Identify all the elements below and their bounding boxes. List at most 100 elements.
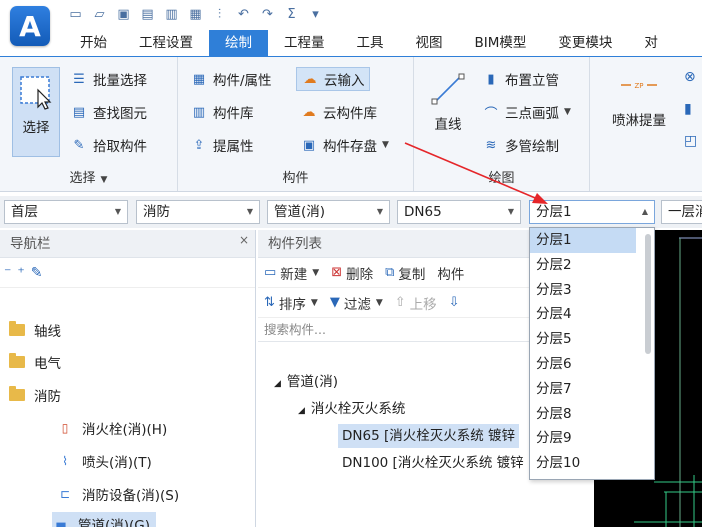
ifc-icon[interactable]: ▦ — [186, 5, 205, 24]
move-up-icon: ⇧ — [394, 295, 406, 310]
expand-all-icon[interactable]: ⁺ — [17, 265, 24, 281]
select-button[interactable]: 选择 — [12, 67, 60, 157]
close-icon[interactable]: × — [239, 226, 249, 254]
tab-bim-model[interactable]: BIM模型 — [459, 30, 543, 56]
undo-icon[interactable]: ↶ — [234, 5, 253, 24]
layer-option-7[interactable]: 分层7 — [530, 377, 636, 402]
app-logo[interactable]: A — [10, 6, 50, 46]
sprinkler-quantity-label: 喷淋提量 — [612, 113, 666, 129]
pick-component-button[interactable]: ✎ 拾取构件 — [66, 133, 151, 157]
nav-item-label: 管道(消)(G) — [78, 518, 151, 527]
layer-option-6[interactable]: 分层6 — [530, 352, 636, 377]
component-property-button[interactable]: ▦ 构件/属性 — [186, 67, 276, 91]
frame-tool-icon[interactable]: ◰ — [684, 133, 697, 149]
redo-icon[interactable]: ↷ — [258, 5, 277, 24]
layer-option-3[interactable]: 分层3 — [530, 278, 636, 303]
multi-pipe-draw-button[interactable]: ≋ 多管绘制 — [478, 133, 563, 157]
component-library-button[interactable]: ▥ 构件库 — [186, 100, 258, 124]
pipe-icon: ▬ — [55, 517, 67, 527]
batch-select-button[interactable]: ☰ 批量选择 — [66, 67, 151, 91]
layer-option-2[interactable]: 分层2 — [530, 253, 636, 278]
last-select[interactable]: 一层消 — [661, 200, 702, 224]
specialty-select[interactable]: 消防 ▼ — [136, 200, 260, 224]
sort-button[interactable]: ⇅ 排序 ▼ — [264, 293, 318, 313]
line-icon — [431, 73, 465, 105]
component-save-button[interactable]: ▣ 构件存盘 ▼ — [296, 133, 393, 157]
nav-item-electrical[interactable]: 电气 — [8, 350, 67, 374]
tab-start[interactable]: 开始 — [64, 30, 123, 56]
cloud-input-button[interactable]: ☁ 云输入 — [296, 67, 370, 91]
new-doc-icon: ▭ — [264, 265, 277, 280]
nav-item-sprinkler[interactable]: ⌇ 喷头(消)(T) — [56, 449, 158, 473]
tab-tools[interactable]: 工具 — [341, 30, 400, 56]
new-file-icon[interactable]: ▭ — [66, 5, 85, 24]
edit-icon[interactable]: ✎ — [31, 265, 43, 281]
layer-option-8[interactable]: 分层8 — [530, 402, 636, 427]
tree-system-label: 消火栓灭火系统 — [310, 401, 406, 417]
type-select[interactable]: 管道(消) ▼ — [267, 200, 390, 224]
place-riser-button[interactable]: ▮ 布置立管 — [478, 67, 563, 91]
nav-item-pipe[interactable]: ▬ 管道(消)(G) — [52, 512, 157, 527]
copy-component-button[interactable]: ⧉ 复制 — [385, 263, 425, 283]
tab-compare[interactable]: 对 — [628, 30, 674, 56]
cloud-library-button[interactable]: ☁ 云构件库 — [296, 100, 381, 124]
tab-change-module[interactable]: 变更模块 — [542, 30, 628, 56]
layer-option-5[interactable]: 分层5 — [530, 327, 636, 352]
delete-component-button[interactable]: ⊠ 删除 — [331, 263, 373, 283]
layer-option-1[interactable]: 分层1 — [530, 228, 636, 253]
multi-pipe-icon: ≋ — [485, 137, 497, 153]
tree-system-hydrant[interactable]: ◢ 消火栓灭火系统 — [298, 397, 405, 421]
gcl-icon[interactable]: ▤ — [138, 5, 157, 24]
new-component-button[interactable]: ▭ 新建 ▼ — [264, 263, 319, 283]
layer-option-10[interactable]: 分层10 — [530, 451, 636, 476]
move-up-button[interactable]: ⇧ 上移 — [395, 293, 437, 313]
tree-item-dn65[interactable]: DN65 [消火栓灭火系统 镀锌 — [338, 424, 520, 448]
chevron-down-icon: ▼ — [507, 207, 514, 216]
size-select[interactable]: DN65 ▼ — [397, 200, 521, 224]
collapse-triangle-icon: ◢ — [298, 406, 305, 416]
extra-tool-icon[interactable]: ⊗ — [684, 69, 696, 85]
move-down-button[interactable]: ⇩ — [449, 295, 464, 310]
dropdown-scrollbar[interactable] — [645, 234, 651, 354]
layer-select-value: 分层1 — [536, 204, 572, 220]
layer-select[interactable]: 分层1 ▲ — [529, 200, 655, 224]
chevron-down-icon: ▼ — [310, 297, 318, 308]
ribbon-tabs: 开始 工程设置 绘制 工程量 工具 视图 BIM模型 变更模块 对 — [0, 30, 702, 56]
nav-item-label: 消火栓(消)(H) — [82, 422, 168, 438]
component-search-input[interactable]: 搜索构件... — [258, 318, 530, 342]
collapse-triangle-icon: ◢ — [274, 379, 281, 389]
select-group-label[interactable]: 选择 ▼ — [0, 167, 177, 186]
delete-component-label: 删除 — [346, 266, 374, 283]
nav-item-fire-equipment[interactable]: ⊏ 消防设备(消)(S) — [56, 482, 185, 506]
sprinkler-quantity-button[interactable]: ZP 喷淋提量 — [600, 75, 678, 145]
line-button[interactable]: 直线 — [422, 67, 474, 157]
sum-icon[interactable]: Σ — [282, 5, 301, 24]
three-point-arc-button[interactable]: ⌒ 三点画弧 ▼ — [478, 100, 575, 124]
extract-property-button[interactable]: ⇪ 提属性 — [186, 133, 258, 157]
nav-item-hydrant[interactable]: ▯ 消火栓(消)(H) — [56, 416, 173, 440]
floor-select[interactable]: 首层 ▼ — [4, 200, 128, 224]
tab-draw[interactable]: 绘制 — [209, 30, 268, 56]
tree-item-dn100[interactable]: DN100 [消火栓灭火系统 镀锌 — [342, 451, 524, 475]
save-icon[interactable]: ▣ — [114, 5, 133, 24]
tree-item-label: DN65 [消火栓灭火系统 镀锌 — [342, 428, 516, 444]
title-bar: A ▭ ▱ ▣ ▤ ▥ ▦ ⫶ ↶ ↷ Σ ▾ — [0, 0, 702, 46]
tree-root-pipe[interactable]: ◢ 管道(消) — [274, 370, 338, 394]
tab-quantity[interactable]: 工程量 — [268, 30, 341, 56]
nav-item-axis[interactable]: 轴线 — [8, 318, 67, 342]
component-menu-button[interactable]: 构件 — [437, 263, 464, 283]
bim-icon[interactable]: ▥ — [162, 5, 181, 24]
customize-qa-icon[interactable]: ▾ — [306, 5, 325, 24]
split-icon[interactable]: ⫶ — [210, 5, 229, 24]
bar-tool-icon[interactable]: ▮ — [684, 101, 692, 117]
nav-item-fire[interactable]: 消防 — [8, 383, 67, 407]
tab-project-settings[interactable]: 工程设置 — [123, 30, 209, 56]
find-element-button[interactable]: ▤ 查找图元 — [66, 100, 151, 124]
nav-item-label: 轴线 — [34, 324, 61, 340]
layer-option-4[interactable]: 分层4 — [530, 302, 636, 327]
open-folder-icon[interactable]: ▱ — [90, 5, 109, 24]
collapse-all-icon[interactable]: ⁻ — [4, 265, 11, 281]
filter-button[interactable]: ▼ 过滤 ▼ — [330, 293, 383, 313]
layer-option-9[interactable]: 分层9 — [530, 426, 636, 451]
tab-view[interactable]: 视图 — [400, 30, 459, 56]
